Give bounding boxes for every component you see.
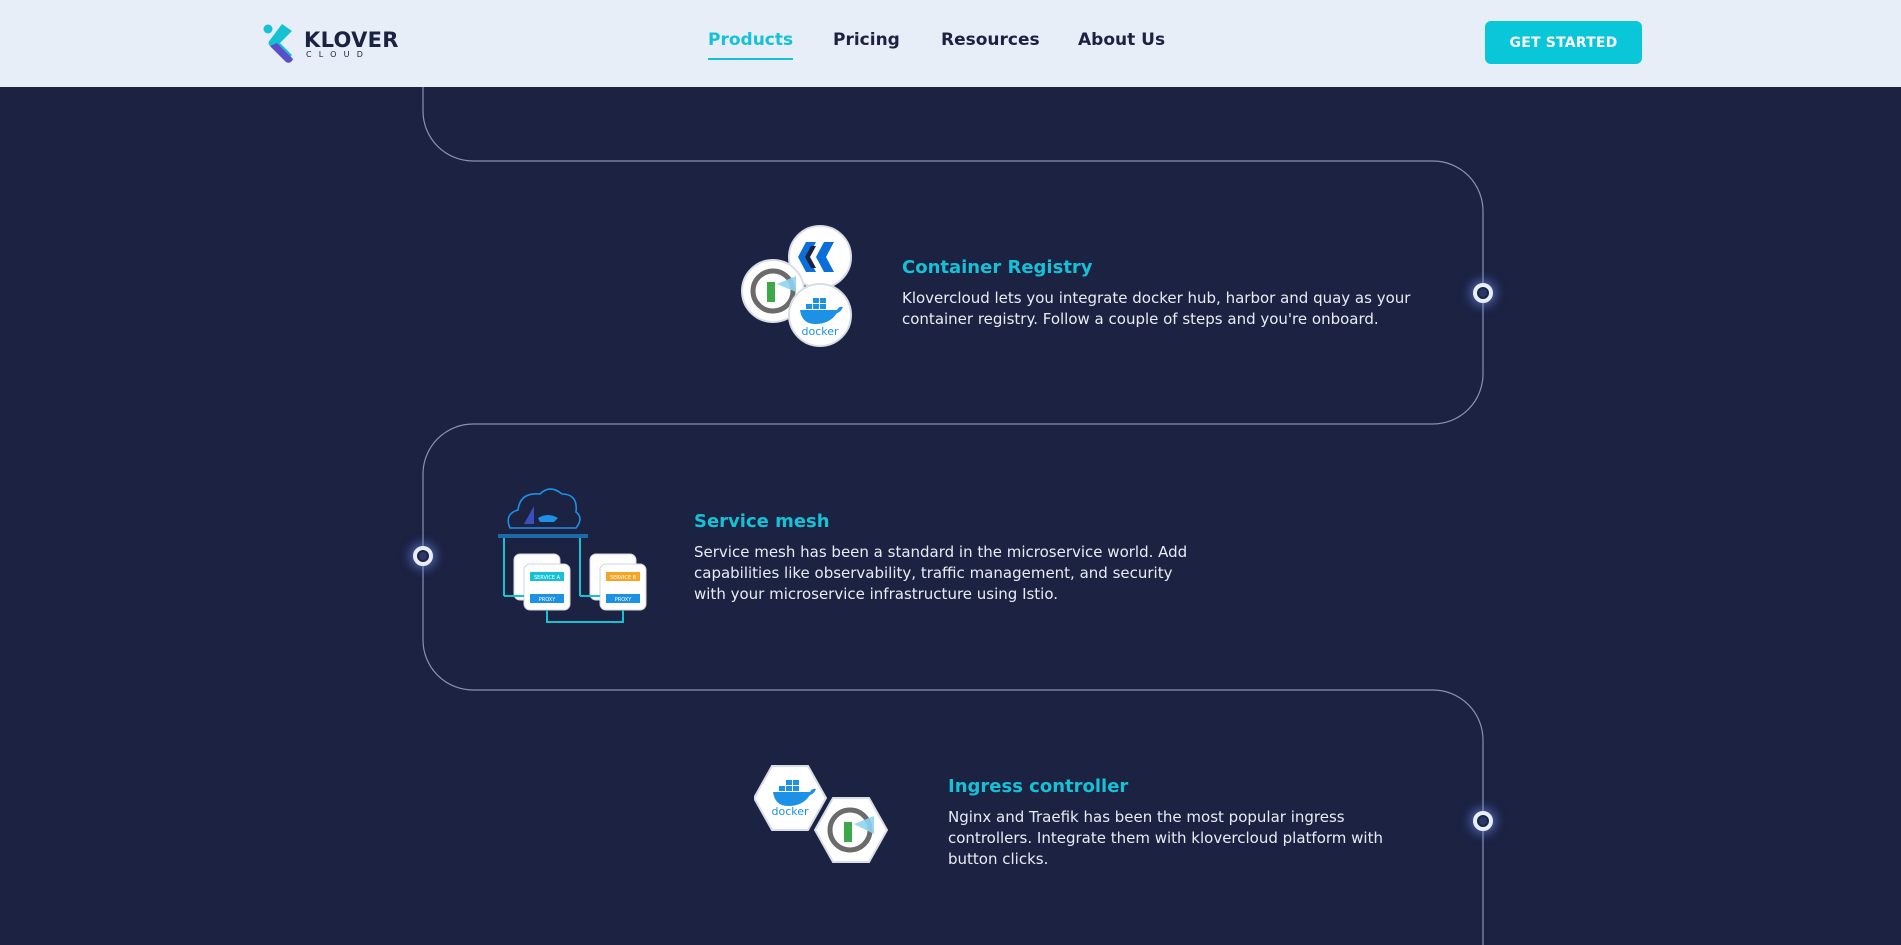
nav-pricing[interactable]: Pricing <box>833 30 900 50</box>
docker-label: docker <box>771 805 809 818</box>
nav-about-us[interactable]: About Us <box>1078 30 1165 50</box>
nav-products-label: Products <box>708 30 794 50</box>
container-registry-title: Container Registry <box>902 257 1093 278</box>
service-mesh-illustration: SERVICE A PROXY SERVICE B PROXY <box>496 484 650 626</box>
nav-products[interactable]: Products <box>708 30 794 60</box>
ingress-controller-illustration: docker <box>752 764 889 864</box>
service-a-label: SERVICE A <box>534 575 561 581</box>
logo-wordmark: KLOVER <box>304 28 399 52</box>
site-header: KLOVER CLOUD Products Pricing Resources … <box>0 0 1901 87</box>
container-registry-illustration: docker <box>740 224 856 348</box>
timeline-dot <box>413 546 433 566</box>
proxy-a-label: PROXY <box>539 597 557 603</box>
timeline-dot <box>1473 283 1493 303</box>
get-started-button[interactable]: GET STARTED <box>1485 21 1642 64</box>
ingress-controller-title: Ingress controller <box>948 776 1129 797</box>
proxy-b-label: PROXY <box>615 597 633 603</box>
service-mesh-title: Service mesh <box>694 511 830 532</box>
ingress-controller-description: Nginx and Traefik has been the most popu… <box>948 808 1383 868</box>
docker-label: docker <box>801 325 839 338</box>
nav-resources[interactable]: Resources <box>941 30 1040 50</box>
timeline-path <box>422 87 1484 945</box>
klover-logo-icon <box>263 24 293 63</box>
klover-cloud-logo[interactable]: KLOVER CLOUD <box>262 22 398 64</box>
nav-active-underline <box>708 58 794 60</box>
service-mesh-description: Service mesh has been a standard in the … <box>694 543 1188 603</box>
container-registry-description: Klovercloud lets you integrate docker hu… <box>902 289 1411 328</box>
logo-subtext: CLOUD <box>306 50 371 59</box>
service-b-label: SERVICE B <box>610 575 637 581</box>
timeline-dot <box>1473 811 1493 831</box>
